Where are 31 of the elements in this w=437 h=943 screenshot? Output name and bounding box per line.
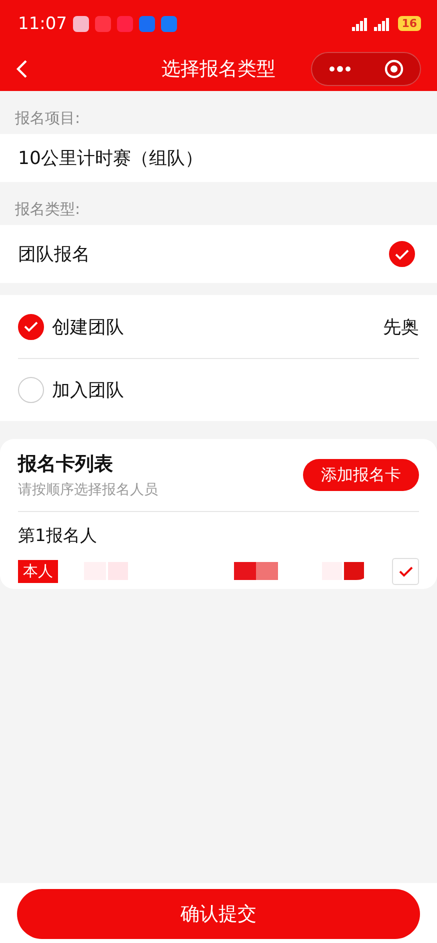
field-label: 报名项目: [14, 108, 82, 129]
section-hint: 请按顺序选择报名人员 [18, 481, 158, 499]
signal-icon [352, 16, 392, 30]
app-notification-icon [117, 16, 133, 32]
checkbox[interactable] [392, 558, 419, 584]
project-value: 10公里计时赛（组队） [0, 134, 437, 182]
signup-type-option[interactable]: 团队报名 [0, 225, 437, 283]
check-icon [398, 566, 412, 576]
add-card-button[interactable]: 添加报名卡 [303, 459, 419, 491]
team-name: 先奥 [383, 316, 419, 338]
app-notification-icon [95, 16, 111, 32]
status-time: 11:07 [18, 14, 67, 34]
app-notification-icon [73, 16, 89, 32]
option-label[interactable]: 加入团队 [52, 378, 124, 402]
self-tag: 本人 [18, 560, 58, 582]
back-icon[interactable] [16, 59, 28, 79]
radio-check[interactable] [389, 241, 415, 267]
more-icon[interactable] [328, 66, 350, 72]
check-icon [24, 321, 38, 332]
section-title: 报名卡列表 [18, 452, 114, 477]
option-label[interactable]: 创建团队 [52, 314, 124, 338]
radio-check[interactable] [18, 314, 44, 340]
check-icon [395, 248, 409, 260]
battery-level: 16 [398, 16, 421, 31]
app-notification-icon [161, 16, 177, 32]
page-title: 选择报名类型 [162, 57, 276, 82]
field-label: 报名类型: [14, 199, 82, 220]
entry-label: 第1报名人 [18, 525, 98, 547]
submit-button[interactable]: 确认提交 [17, 889, 420, 939]
app-notification-icon [139, 16, 155, 32]
radio-check[interactable] [18, 377, 44, 403]
